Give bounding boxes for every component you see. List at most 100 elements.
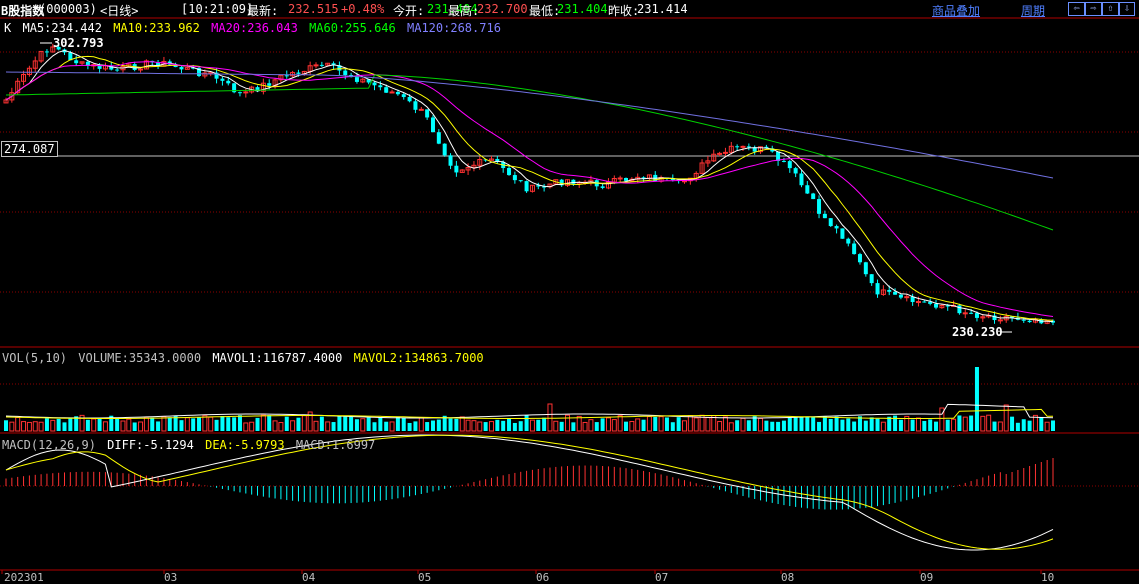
volume-bar-down [922,420,927,431]
volume-bar-down [676,417,681,431]
candle-body-down [817,199,822,214]
volume-bar-up [997,421,1003,432]
volume-bar-up [143,417,149,432]
volume-bar-up [682,420,688,432]
volume-bar-down [378,417,383,431]
candle-body-down [840,228,845,239]
candle-body-down [922,301,927,303]
volume-bar-down [507,418,512,431]
volume-bar-up [50,419,56,432]
volume-bar-up [202,415,208,432]
candle-body-down [799,173,804,186]
candle-body-down [898,294,903,298]
candle-body-down [237,92,242,94]
volume-bar-down [974,367,979,431]
volume-bar-down [822,416,827,431]
volume-bar-down [746,420,751,431]
volume-bar-down [846,418,851,431]
candle-body-down [378,85,383,88]
volume-bar-up [488,421,494,432]
volume-bar-up [290,420,296,432]
volume-bar-down [1051,420,1055,431]
candle-body-down [284,75,289,77]
volume-bar-up [477,421,483,432]
volume-bar-down [436,419,441,431]
x-axis-label: 03 [164,571,178,584]
volume-bar-down [787,417,792,431]
volume-bar-up [740,417,746,432]
volume-bar-down [594,422,599,431]
volume-bar-down [852,421,857,431]
volume-bar-down [945,419,950,431]
volume-bar-down [670,422,675,431]
crosshair-price-label: 274.087 [1,141,58,157]
candle-body-down [413,101,418,110]
mavol2-value: MAVOL2:134863.7000 [353,351,484,365]
candle-body-down [430,117,435,133]
candle-body-down [828,218,833,227]
candle-body-down [793,168,798,174]
volume-bar-down [395,416,400,431]
ma10-line [5,55,1054,321]
volume-bar-down [1015,422,1020,431]
volume-bar-up [21,421,27,432]
volume-bar-down [969,415,974,431]
volume-bar-down [349,416,354,431]
volume-bar-down [372,422,377,431]
candle-body-up [962,312,968,315]
volume-bar-up [705,417,711,432]
candle-body-down [524,181,529,192]
volume-bar-down [781,420,786,431]
volume-bar-down [407,422,412,431]
candle-body-down [512,175,517,181]
candle-body-down [507,168,512,176]
candle-body-down [863,262,868,275]
volume-bar-down [448,418,453,431]
volume-bar-down [875,418,880,431]
ma60-value: MA60:255.646 [309,21,396,35]
volume-bar-down [811,417,816,431]
volume-bar-down [928,419,933,431]
volume-bar-down [132,422,137,431]
volume-bar-up [529,419,535,432]
candle-body-down [934,303,939,308]
volume-bar-down [425,422,430,431]
candle-body-down [822,213,827,219]
volume-bar-down [887,416,892,431]
volume-bar-down [354,419,359,431]
volume-bar-up [208,416,214,432]
volume-bar-down [331,422,336,431]
x-axis-label: 07 [655,571,669,584]
volume-bar-down [226,417,231,431]
x-axis-label: 05 [418,571,432,584]
candle-body-down [957,305,962,314]
volume-bar-down [799,416,804,431]
volume-bar-down [220,416,225,431]
volume-bar-up [717,421,723,432]
kline-chart[interactable] [0,0,1139,584]
volume-bar-up [184,417,190,432]
volume-bar-down [805,417,810,431]
candle-body-down [319,64,324,66]
volume-bar-up [722,416,728,432]
candle-body-up [313,64,319,67]
volume-bar-up [161,416,167,432]
volume-bar-down [454,418,459,431]
candle-body-down [425,109,430,118]
volume-bar-down [793,417,798,431]
ma-legend: K MA5:234.442 MA10:233.962 MA20:236.043 … [4,21,505,35]
volume-bar-down [992,421,997,431]
vol-legend: VOL(5,10) VOLUME:35343.0000 MAVOL1:11678… [2,351,488,365]
volume-bar-down [337,416,342,431]
volume-bar-down [56,418,61,431]
volume-bar-down [483,422,488,431]
volume-bar-up [547,403,553,432]
volume-bar-down [97,417,102,431]
candle-body-down [787,161,792,169]
volume-bar-down [957,415,962,431]
candle-body-down [811,193,816,200]
volume-bar-up [260,414,266,432]
volume-bar-down [764,420,769,431]
volume-bar-down [232,417,237,431]
volume-bar-up [693,417,699,432]
